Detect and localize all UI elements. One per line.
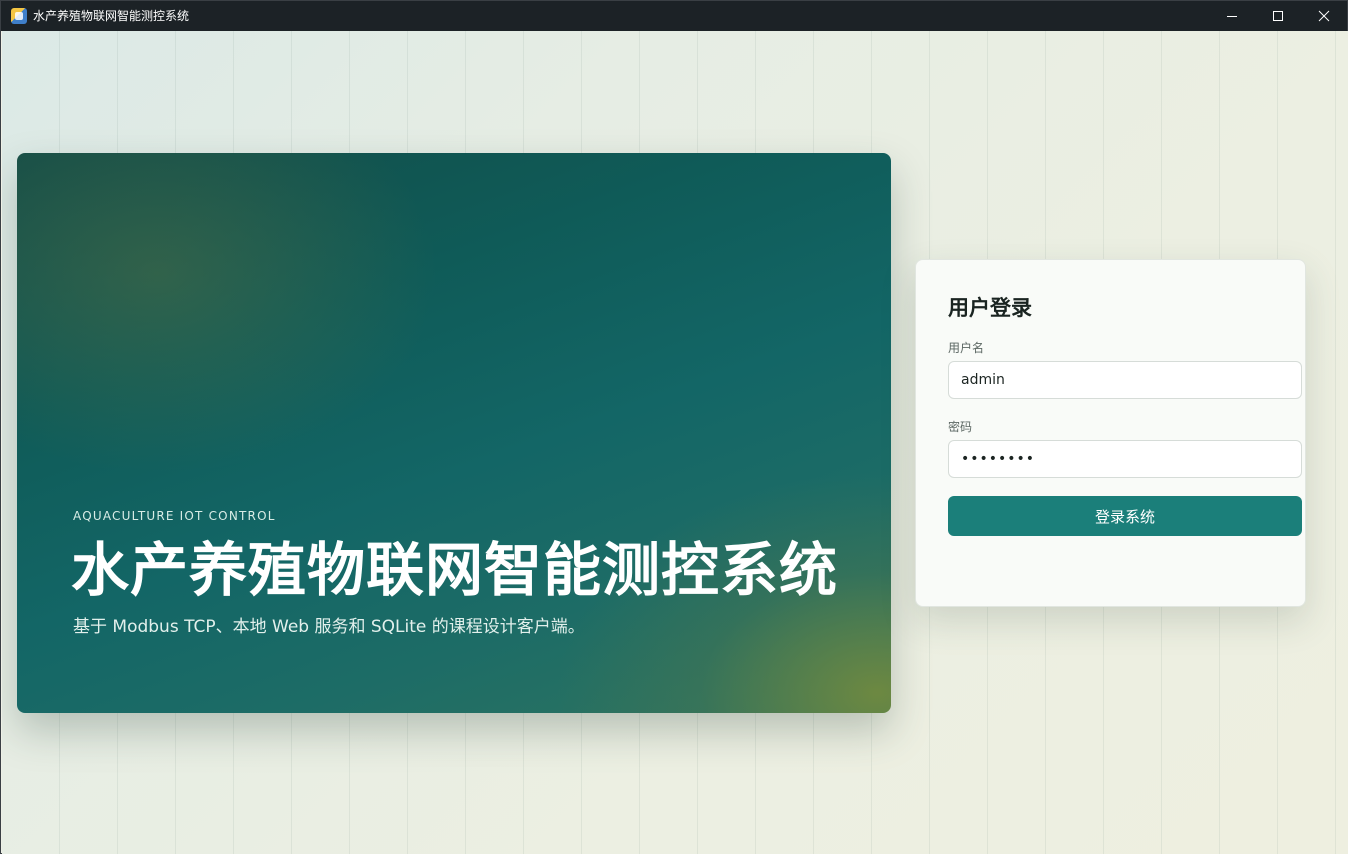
- minimize-button[interactable]: [1209, 1, 1255, 31]
- hero-subtitle: 基于 Modbus TCP、本地 Web 服务和 SQLite 的课程设计客户端…: [73, 617, 585, 637]
- app-window: 水产养殖物联网智能测控系统 AQUACULTURE IOT CONTROL 水产…: [0, 0, 1348, 854]
- login-card: 用户登录 用户名 密码 登录系统: [915, 259, 1306, 607]
- password-label: 密码: [948, 420, 973, 434]
- close-icon: [1318, 10, 1330, 22]
- window-title: 水产养殖物联网智能测控系统: [33, 9, 190, 23]
- hero-banner: AQUACULTURE IOT CONTROL 水产养殖物联网智能测控系统 基于…: [17, 153, 891, 713]
- username-label: 用户名: [948, 341, 985, 355]
- close-button[interactable]: [1301, 1, 1347, 31]
- hero-title: 水产养殖物联网智能测控系统: [71, 536, 839, 604]
- app-icon: [11, 8, 27, 24]
- maximize-icon: [1273, 11, 1283, 21]
- username-input[interactable]: [948, 361, 1302, 399]
- title-bar[interactable]: 水产养殖物联网智能测控系统: [1, 1, 1347, 31]
- minimize-icon: [1227, 16, 1237, 17]
- login-button[interactable]: 登录系统: [948, 496, 1302, 536]
- hero-eyebrow: AQUACULTURE IOT CONTROL: [73, 509, 276, 523]
- maximize-button[interactable]: [1255, 1, 1301, 31]
- login-title: 用户登录: [948, 296, 1032, 320]
- password-input[interactable]: [948, 440, 1302, 478]
- main-content: AQUACULTURE IOT CONTROL 水产养殖物联网智能测控系统 基于…: [2, 31, 1348, 854]
